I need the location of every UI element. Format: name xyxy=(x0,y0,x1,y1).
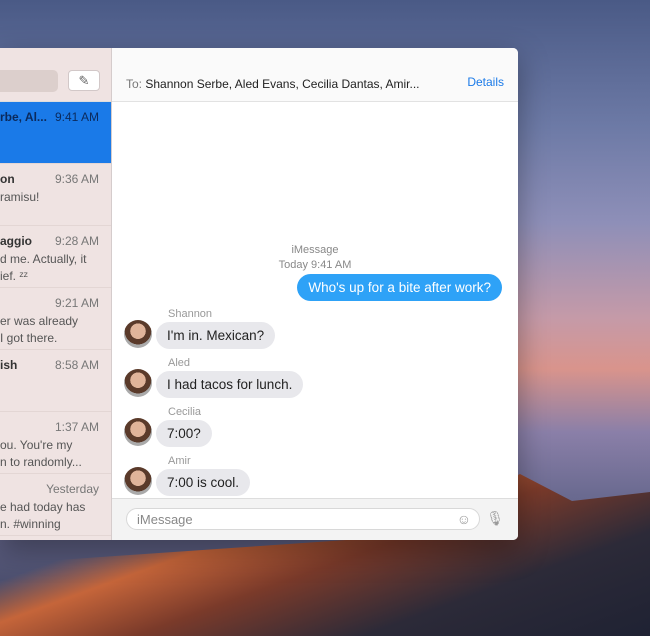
conversation-pane: To: Shannon Serbe, Aled Evans, Cecilia D… xyxy=(112,48,518,540)
outgoing-message: Who's up for a bite after work? xyxy=(297,274,502,301)
emoji-icon[interactable]: ☺ xyxy=(457,511,471,527)
conversation-time: Yesterday xyxy=(46,482,99,496)
conversation-item[interactable]: on 9:36 AM ramisu! xyxy=(0,164,111,226)
conversation-time: 9:41 AM xyxy=(54,110,99,124)
conversation-time: 1:37 AM xyxy=(54,420,99,434)
conversation-list: ✎ rbe, Al... 9:41 AM on 9:36 AM ramisu! aggio… xyxy=(0,48,112,540)
avatar xyxy=(124,320,152,348)
conversation-time: 9:21 AM xyxy=(54,296,99,310)
message-input[interactable]: iMessage ☺ xyxy=(126,508,480,530)
recipients: Shannon Serbe, Aled Evans, Cecilia Danta… xyxy=(145,77,420,91)
search-input[interactable] xyxy=(0,70,58,92)
compose-button[interactable]: ✎ xyxy=(68,70,100,91)
avatar xyxy=(124,369,152,397)
service-label: iMessage xyxy=(291,244,339,256)
recipients-field[interactable]: To: Shannon Serbe, Aled Evans, Cecilia D… xyxy=(126,77,420,91)
sidebar-header: ✎ xyxy=(0,48,111,102)
conversation-name: aggio xyxy=(0,234,32,248)
messages-window: ✎ rbe, Al... 9:41 AM on 9:36 AM ramisu! aggio… xyxy=(0,48,518,540)
incoming-message: 7:00? xyxy=(156,420,212,447)
incoming-message: I'm in. Mexican? xyxy=(156,322,276,349)
conversation-name: ish xyxy=(0,358,18,372)
conversation-preview: er was already I got there. xyxy=(0,314,79,345)
avatar xyxy=(124,467,152,495)
conversation-time: 9:28 AM xyxy=(54,234,99,248)
compose-icon: ✎ xyxy=(78,73,90,88)
conversation-header: To: Shannon Serbe, Aled Evans, Cecilia D… xyxy=(112,48,518,102)
conversation-item[interactable]: rbe, Al... 9:41 AM xyxy=(0,102,111,164)
sender-name: Aled xyxy=(168,357,191,369)
conversation-name: on xyxy=(0,172,15,186)
conversation-preview: e had today has n. #winning xyxy=(0,500,86,531)
conversation-time: 8:58 AM xyxy=(54,358,99,372)
conversation-item[interactable]: Yesterday e had today has n. #winning xyxy=(0,474,111,536)
sender-name: Cecilia xyxy=(168,406,202,418)
microphone-icon[interactable]: 🎙 xyxy=(486,510,504,527)
conversation-time: 9:36 AM xyxy=(54,172,99,186)
timestamp: Today 9:41 AM xyxy=(278,259,352,271)
sender-name: Amir xyxy=(168,455,191,467)
incoming-message: 7:00 is cool. xyxy=(156,469,251,496)
avatar xyxy=(124,418,152,446)
conversation-item[interactable]: 1:37 AM ou. You're my n to randomly... xyxy=(0,412,111,474)
conversation-preview: d me. Actually, it ief. ᶻᶻ xyxy=(0,252,87,283)
composer: iMessage ☺ 🎙 xyxy=(112,498,518,540)
details-button[interactable]: Details xyxy=(467,75,504,89)
conversation-preview: ramisu! xyxy=(0,190,40,204)
conversation-preview: ou. You're my n to randomly... xyxy=(0,438,82,469)
conversation-name: rbe, Al... xyxy=(0,110,47,124)
conversation-item[interactable]: 9:21 AM er was already I got there. xyxy=(0,288,111,350)
conversation-item[interactable]: ish 8:58 AM xyxy=(0,350,111,412)
sender-name: Shannon xyxy=(168,308,213,320)
conversation-item[interactable]: aggio 9:28 AM d me. Actually, it ief. ᶻᶻ xyxy=(0,226,111,288)
incoming-message: I had tacos for lunch. xyxy=(156,371,304,398)
